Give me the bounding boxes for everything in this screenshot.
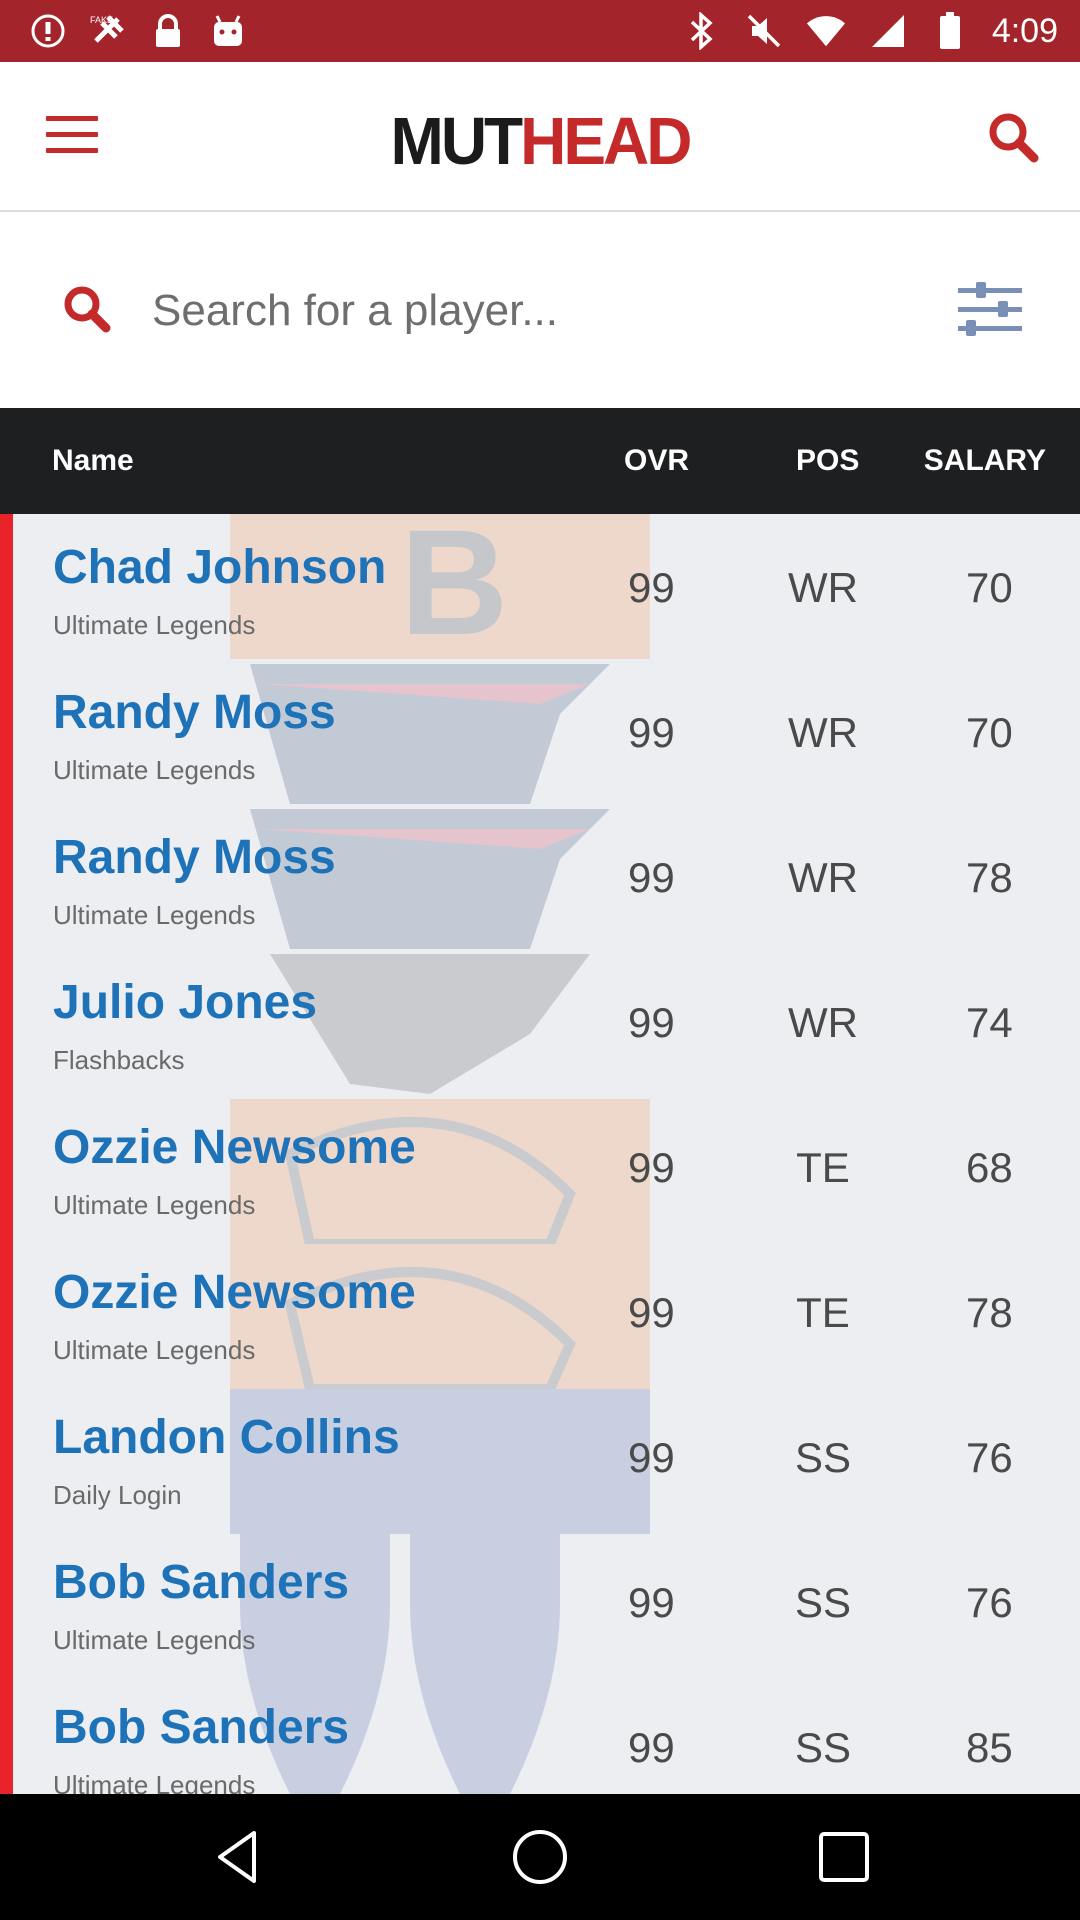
player-pos: TE: [796, 1144, 850, 1191]
mute-icon: [744, 11, 784, 51]
player-ovr: 99: [628, 1434, 675, 1481]
list-item[interactable]: Julio Jones Flashbacks 99 WR 74: [0, 949, 1080, 1094]
player-set: Flashbacks: [53, 1045, 185, 1075]
player-name: Ozzie Newsome: [53, 1121, 416, 1174]
player-set: Ultimate Legends: [53, 610, 256, 640]
player-set: Ultimate Legends: [53, 1625, 256, 1655]
system-nav-bar: [0, 1794, 1080, 1920]
android-icon: [208, 11, 248, 51]
player-salary: 70: [966, 564, 1013, 611]
home-icon[interactable]: [510, 1827, 570, 1887]
list-item[interactable]: Ozzie Newsome Ultimate Legends 99 TE 78: [0, 1239, 1080, 1384]
player-name: Randy Moss: [53, 686, 336, 739]
player-salary: 68: [966, 1144, 1013, 1191]
wifi-icon: [806, 11, 846, 51]
list-item[interactable]: Bob Sanders Ultimate Legends 99 SS 76: [0, 1529, 1080, 1674]
player-pos: SS: [794, 1579, 852, 1626]
table-header: Name OVR POS SALARY: [0, 408, 1080, 514]
player-pos: WR: [788, 709, 858, 756]
status-bar: FAKE 4:09: [0, 0, 1080, 62]
player-salary: 74: [966, 999, 1013, 1046]
list-item[interactable]: Bob Sanders Ultimate Legends 99 SS 85: [0, 1674, 1080, 1794]
player-salary: 78: [966, 1289, 1013, 1336]
header-search-icon[interactable]: [986, 110, 1040, 164]
player-salary: 78: [966, 854, 1013, 901]
player-ovr: 99: [628, 564, 675, 611]
player-ovr: 99: [628, 1144, 675, 1191]
player-salary: 70: [966, 709, 1013, 756]
player-pos: WR: [788, 999, 858, 1046]
player-salary: 76: [966, 1579, 1013, 1626]
player-ovr: 99: [628, 1724, 675, 1771]
player-pos: WR: [788, 564, 858, 611]
player-name: Bob Sanders: [53, 1556, 350, 1609]
battery-icon: [930, 11, 970, 51]
list-item[interactable]: Ozzie Newsome Ultimate Legends 99 TE 68: [0, 1094, 1080, 1239]
lock-icon: [148, 11, 188, 51]
player-ovr: 99: [628, 1579, 675, 1626]
player-set: Ultimate Legends: [53, 1190, 256, 1220]
list-item[interactable]: Randy Moss Ultimate Legends 99 WR 70: [0, 659, 1080, 804]
back-icon[interactable]: [208, 1827, 268, 1887]
svg-text:FAKE: FAKE: [90, 15, 113, 25]
player-name: Bob Sanders: [53, 1701, 350, 1754]
player-name: Julio Jones: [53, 976, 318, 1029]
player-list[interactable]: B Chad Johnson Ultimate Legends 99 WR 70…: [0, 514, 1080, 1794]
player-name: Landon Collins: [53, 1411, 400, 1464]
player-set: Ultimate Legends: [53, 755, 256, 785]
player-ovr: 99: [628, 1289, 675, 1336]
recents-icon[interactable]: [814, 1827, 874, 1887]
player-pos: TE: [796, 1289, 850, 1336]
list-item[interactable]: Chad Johnson Ultimate Legends 99 WR 70: [0, 514, 1080, 659]
bluetooth-icon: [682, 11, 722, 51]
list-item[interactable]: Randy Moss Ultimate Legends 99 WR 78: [0, 804, 1080, 949]
column-header-ovr[interactable]: OVR: [624, 444, 689, 478]
player-set: Ultimate Legends: [53, 900, 256, 930]
player-name: Randy Moss: [53, 831, 336, 884]
column-header-pos[interactable]: POS: [796, 444, 859, 478]
player-name: Chad Johnson: [53, 541, 387, 594]
muthead-logo[interactable]: MUTHEAD: [0, 102, 1080, 180]
player-pos: SS: [794, 1724, 852, 1771]
app-header: MUTHEAD: [0, 62, 1080, 212]
player-ovr: 99: [628, 854, 675, 901]
list-accent-bar: [0, 514, 13, 1794]
player-ovr: 99: [628, 709, 675, 756]
search-icon: [62, 284, 112, 334]
search-input[interactable]: [150, 272, 914, 350]
player-pos: SS: [794, 1434, 852, 1481]
logo-mut: MUT: [390, 103, 524, 179]
column-header-name[interactable]: Name: [52, 444, 134, 478]
player-name: Ozzie Newsome: [53, 1266, 416, 1319]
list-item[interactable]: Landon Collins Daily Login 99 SS 76: [0, 1384, 1080, 1529]
status-time: 4:09: [991, 11, 1058, 50]
filter-icon[interactable]: [956, 282, 1024, 336]
player-salary: 76: [966, 1434, 1013, 1481]
column-header-salary[interactable]: SALARY: [924, 444, 1046, 478]
signal-icon: [868, 11, 908, 51]
player-set: Ultimate Legends: [53, 1770, 256, 1794]
alert-icon: [28, 11, 68, 51]
player-set: Daily Login: [53, 1480, 182, 1510]
player-search-bar: [0, 212, 1080, 408]
player-salary: 85: [966, 1724, 1013, 1771]
logo-head: HEAD: [520, 103, 692, 179]
player-ovr: 99: [628, 999, 675, 1046]
player-set: Ultimate Legends: [53, 1335, 256, 1365]
player-pos: WR: [788, 854, 858, 901]
fake-gps-icon: FAKE: [88, 11, 128, 51]
